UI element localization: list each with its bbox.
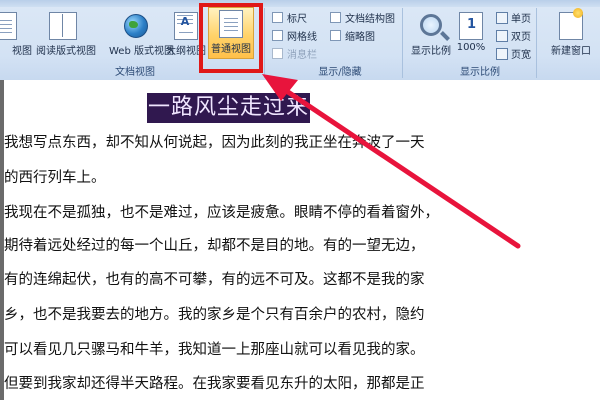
two-pages-icon — [496, 30, 508, 42]
page-width-label: 页宽 — [511, 50, 531, 61]
magnifier-icon — [420, 14, 442, 36]
thumbnails-checkbox[interactable]: 缩略图 — [330, 30, 375, 44]
doc-line-6: 乡，也不是我要去的地方。我的家乡是个只有百余户的农村，隐约 — [4, 307, 425, 323]
page-icon — [0, 12, 17, 40]
ruler-label: 标尺 — [287, 14, 307, 25]
print-layout-label: 视图 — [12, 46, 32, 57]
book-icon — [49, 12, 77, 40]
full-screen-reading-label: 阅读版式视图 — [36, 46, 96, 57]
one-page-button[interactable]: 单页 — [496, 12, 531, 26]
print-layout-button[interactable]: 视图 — [0, 10, 32, 58]
page-width-button[interactable]: 页宽 — [496, 48, 531, 62]
web-layout-label: Web 版式视图 — [109, 46, 174, 57]
message-bar-label: 消息栏 — [287, 50, 317, 61]
new-window-label: 新建窗口 — [551, 46, 591, 57]
show-hide-group-label: 显示/隐藏 — [318, 67, 362, 78]
full-screen-reading-button[interactable]: 阅读版式视图 — [36, 10, 96, 58]
one-page-label: 单页 — [511, 14, 531, 25]
ribbon-tab-strip — [0, 0, 600, 7]
zoom-100-label: 100% — [456, 42, 486, 53]
doc-line-8: 但要到我家却还得半天路程。在我家要看见东升的太阳，那都是正 — [4, 376, 425, 392]
web-layout-button[interactable]: Web 版式视图 — [109, 10, 174, 58]
zoom-100-button[interactable]: 100% — [448, 10, 494, 58]
checkbox-box — [330, 12, 341, 23]
page-100-icon — [459, 12, 483, 40]
doc-line-4: 期待着远处经过的每一个山丘，却都不是目的地。有的一望无边， — [4, 238, 425, 254]
doc-line-3: 我现在不是孤独，也不是难过，应该是疲惫。眼睛不停的看着窗外， — [4, 205, 439, 221]
new-window-button[interactable]: 新建窗口 — [548, 8, 594, 58]
document-title: 一路风尘走过来 — [147, 93, 310, 123]
outline-icon — [174, 12, 198, 40]
group-divider — [536, 8, 537, 78]
zoom-group-label: 显示比例 — [460, 67, 500, 78]
ruler-checkbox[interactable]: 标尺 — [272, 12, 307, 26]
doc-line-5: 有的连绵起伏，也有的高不可攀，有的远不可及。这都不是我的家 — [4, 272, 425, 288]
group-divider — [402, 8, 403, 78]
doc-line-1: 我想写点东西，却不知从何说起，因为此刻的我正坐在奔波了一天 — [4, 135, 425, 151]
ribbon: 视图 阅读版式视图 Web 版式视图 大纲视图 普通视图 文档视图 标尺 网格线… — [0, 0, 600, 81]
new-window-icon — [559, 8, 583, 40]
gridlines-checkbox[interactable]: 网格线 — [272, 30, 317, 44]
normal-view-highlight-box — [199, 3, 263, 73]
two-pages-button[interactable]: 双页 — [496, 30, 531, 44]
two-pages-label: 双页 — [511, 32, 531, 43]
page-width-icon — [496, 48, 508, 60]
checkbox-box — [272, 48, 283, 59]
doc-views-group-label: 文档视图 — [115, 67, 155, 78]
doc-map-checkbox[interactable]: 文档结构图 — [330, 12, 395, 26]
message-bar-checkbox: 消息栏 — [272, 48, 317, 62]
checkbox-box — [272, 12, 283, 23]
one-page-icon — [496, 12, 508, 24]
globe-icon — [124, 14, 148, 38]
checkbox-box — [330, 30, 341, 41]
doc-line-2: 的西行列车上。 — [4, 170, 106, 186]
gridlines-label: 网格线 — [287, 32, 317, 43]
thumbnails-label: 缩略图 — [345, 32, 375, 43]
group-divider — [264, 8, 265, 78]
checkbox-box — [272, 30, 283, 41]
doc-line-7: 可以看见几只骡马和牛羊，我知道一上那座山就可以看见我的家。 — [4, 342, 425, 358]
doc-map-label: 文档结构图 — [345, 14, 395, 25]
